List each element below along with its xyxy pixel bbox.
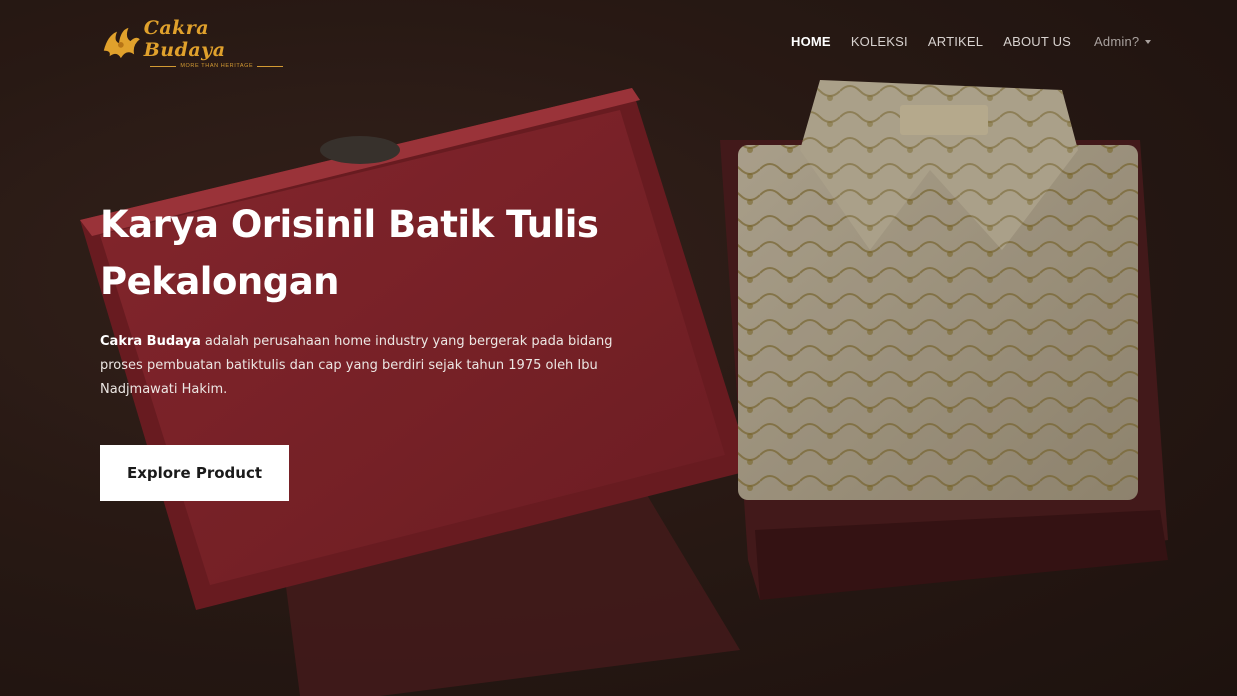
hero-description-brand: Cakra Budaya <box>100 334 201 349</box>
account-dropdown-label: Admin? <box>1094 34 1140 49</box>
nav-item-koleksi[interactable]: KOLEKSI <box>851 34 908 49</box>
hero-title: Karya Orisinil Batik Tulis Pekalongan <box>100 196 640 310</box>
garuda-logo-icon <box>103 27 140 59</box>
hero-description: Cakra Budaya adalah perusahaan home indu… <box>100 330 620 402</box>
hero-content: Karya Orisinil Batik Tulis Pekalongan Ca… <box>100 196 640 402</box>
hero-title-line-2: Pekalongan <box>100 260 340 303</box>
brand-name: Cakra Budaya <box>143 17 226 61</box>
main-nav: HOME KOLEKSI ARTIKEL ABOUT US Admin? <box>791 34 1152 49</box>
hero-title-line-1: Karya Orisinil Batik Tulis <box>100 203 599 246</box>
navbar: Cakra Budaya MORE THAN HERITAGE HOME KOL… <box>0 0 1237 86</box>
nav-item-home[interactable]: HOME <box>791 34 831 49</box>
brand-logo[interactable]: Cakra Budaya MORE THAN HERITAGE <box>100 17 290 69</box>
explore-product-button[interactable]: Explore Product <box>100 445 289 501</box>
chevron-down-icon <box>1145 39 1152 44</box>
nav-item-artikel[interactable]: ARTIKEL <box>928 34 983 49</box>
nav-item-about-us[interactable]: ABOUT US <box>1003 34 1071 49</box>
brand-tagline: MORE THAN HERITAGE <box>150 63 284 69</box>
account-dropdown[interactable]: Admin? <box>1094 34 1152 49</box>
